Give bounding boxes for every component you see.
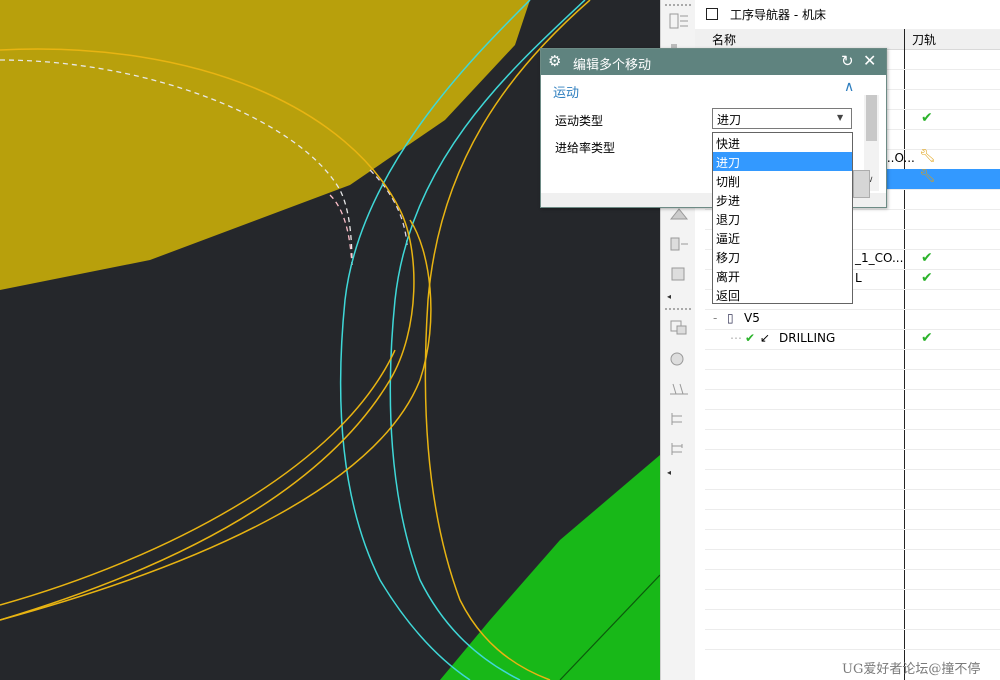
check-icon: ✔ [921,110,933,126]
table-row[interactable] [705,449,1000,470]
row-label: V5 [744,311,760,325]
feed-type-label: 进给率类型 [555,141,616,155]
row-label: L [855,271,862,285]
scrollbar-thumb[interactable] [866,95,877,141]
option-approach[interactable]: 逼近 [713,228,852,247]
option-cut[interactable]: 切削 [713,171,852,190]
motion-type-label: 运动类型 [555,114,604,128]
dropdown-arrow-icon[interactable]: ▼ [837,113,843,122]
check-icon: ✔ [745,331,756,345]
table-row[interactable] [705,389,1000,410]
toolbar-grip-2[interactable] [665,308,691,313]
table-row[interactable] [705,549,1000,570]
table-row[interactable] [705,509,1000,530]
yellow-part-surface [0,0,530,290]
chevron-up-icon[interactable]: ∧ [844,79,854,95]
table-row[interactable]: - ▯ V5 [705,309,1000,330]
method-view-icon[interactable] [668,380,690,398]
table-row[interactable] [705,629,1000,650]
tool-view-icon[interactable] [668,440,690,458]
column-name-header[interactable]: 名称 [712,31,736,48]
dashed-path-pink [329,194,353,266]
table-row[interactable] [705,569,1000,590]
drilling-operation-icon: ↙ [760,331,771,345]
wrench-icon: 🔧︎ [919,169,936,184]
table-row[interactable]: ⋯ ✔ ↙ DRILLING ✔ [705,329,1000,350]
navigator-title-bar: 工序导航器 - 机床 [695,0,1000,28]
table-row[interactable] [705,429,1000,450]
expand-arrow-icon[interactable]: ◂ [667,292,671,301]
tree-connector: ⋯ [730,331,742,345]
option-retract[interactable]: 退刀 [713,209,852,228]
list-view-icon[interactable] [668,12,690,30]
dashed-path-white-2 [369,169,408,246]
close-icon[interactable]: ✕ [863,51,876,70]
table-row[interactable] [705,409,1000,430]
table-row[interactable] [705,529,1000,550]
move-icon[interactable] [668,235,690,253]
table-row[interactable] [705,609,1000,630]
table-row[interactable] [705,489,1000,510]
green-part-surface [440,455,660,680]
option-departure[interactable]: 离开 [713,266,852,285]
option-stepover[interactable]: 步进 [713,190,852,209]
ok-button[interactable] [853,170,870,198]
gear-icon: ⚙ [548,52,562,70]
reset-icon[interactable]: ↻ [841,52,854,70]
yellow-toolpath-inner [0,219,432,621]
option-traverse[interactable]: 移刀 [713,247,852,266]
check-icon: ✔ [921,250,933,266]
option-engage[interactable]: 进刀 [713,152,852,171]
option-rapid[interactable]: 快进 [713,133,852,152]
geometry-icon[interactable] [668,265,690,283]
option-return[interactable]: 返回 [713,285,852,304]
dialog-title: 编辑多个移动 [573,58,652,73]
row-label: _1_CO... [855,251,904,265]
check-icon: ✔ [921,270,933,286]
table-row[interactable] [705,589,1000,610]
motion-type-dropdown-list: 快进 进刀 切削 步进 退刀 逼近 移刀 离开 返回 [712,132,853,304]
machine-view-icon[interactable] [668,350,690,368]
motion-type-value: 进刀 [717,113,742,127]
table-row[interactable] [705,369,1000,390]
expand-arrow-icon-2[interactable]: ◂ [667,468,671,477]
toolbar-grip[interactable] [665,4,691,9]
column-toolpath-header[interactable]: 刀轨 [912,31,936,48]
motion-type-select[interactable]: 进刀 ▼ [712,108,852,129]
navigator-column-header: 名称 刀轨 [695,29,1000,50]
program-view-icon[interactable] [668,318,690,336]
row-label: ...O... [883,151,915,165]
tree-connector: - [713,311,718,325]
table-row[interactable] [705,349,1000,370]
row-label: DRILLING [779,331,836,345]
motion-group-header[interactable]: 运动 [553,82,579,101]
wrench-icon: 🔧︎ [919,149,936,164]
check-icon: ✔ [921,330,933,346]
tool-icon: ▯ [727,311,734,325]
watermark: UG爱好者论坛@撞不停 [842,662,981,677]
geometry-view-icon[interactable] [668,410,690,428]
dialog-title-bar[interactable]: ⚙ 编辑多个移动 ↻ ✕ [541,49,886,75]
window-icon [706,8,718,20]
table-row[interactable] [705,469,1000,490]
navigator-title: 工序导航器 - 机床 [730,8,826,22]
